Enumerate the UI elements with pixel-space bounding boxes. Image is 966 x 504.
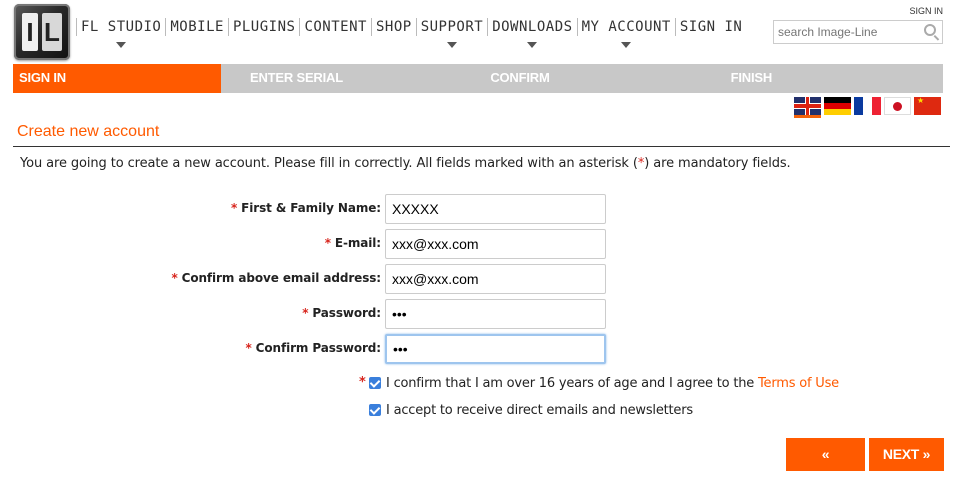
nav-content[interactable]: CONTENT (299, 18, 371, 36)
nav-support[interactable]: SUPPORT (415, 18, 488, 48)
chevron-down-icon (446, 42, 457, 48)
confirm-email-label: * Confirm above email address: (171, 271, 381, 285)
chevron-down-icon (621, 42, 632, 48)
step-finish: FINISH (730, 70, 773, 85)
english-flag-icon[interactable] (794, 97, 821, 118)
search-input[interactable] (774, 21, 922, 43)
logo-letter-l: L (44, 17, 60, 47)
name-field[interactable] (385, 194, 606, 224)
confirm-email-row: * Confirm above email address: (0, 264, 966, 294)
french-flag-icon[interactable] (854, 97, 881, 115)
name-label: * First & Family Name: (230, 201, 381, 215)
main-nav: FL STUDIO MOBILE PLUGINS CONTENT SHOP SU… (76, 18, 747, 48)
name-row: * First & Family Name: (0, 194, 966, 224)
confirm-password-row: * Confirm Password: (0, 334, 966, 364)
next-button[interactable]: NEXT » (869, 438, 944, 471)
password-row: * Password: (0, 299, 966, 329)
email-field[interactable] (385, 229, 606, 259)
nav-downloads[interactable]: DOWNLOADS (487, 18, 576, 48)
title-divider (13, 146, 950, 147)
search-box (773, 20, 943, 44)
terms-checkbox[interactable] (369, 377, 381, 389)
terms-text: I confirm that I am over 16 years of age… (386, 376, 839, 391)
chevron-down-icon (116, 42, 127, 48)
email-row: * E-mail: (0, 229, 966, 259)
step-sign-in: SIGN IN (13, 64, 221, 93)
terms-row: * I confirm that I am over 16 years of a… (0, 375, 966, 394)
previous-button[interactable]: « PREVIOUS (786, 438, 865, 495)
nav-my-account[interactable]: MY ACCOUNT (576, 18, 675, 48)
email-label: * E-mail: (324, 236, 381, 250)
nav-plugins[interactable]: PLUGINS (227, 18, 300, 36)
newsletter-text: I accept to receive direct emails and ne… (386, 403, 693, 418)
nav-sign-in[interactable]: SIGN IN (674, 18, 747, 36)
confirm-email-field[interactable] (385, 264, 606, 294)
top-sign-in-link[interactable]: SIGN IN (909, 6, 943, 16)
language-selector (794, 97, 941, 118)
password-field[interactable] (385, 299, 606, 329)
chevron-down-icon (527, 42, 538, 48)
nav-mobile[interactable]: MOBILE (165, 18, 228, 36)
progress-steps: SIGN IN ENTER SERIAL CONFIRM FINISH (13, 64, 943, 93)
nav-fl-studio[interactable]: FL STUDIO (76, 18, 165, 48)
nav-shop[interactable]: SHOP (370, 18, 416, 36)
german-flag-icon[interactable] (824, 97, 851, 115)
step-confirm: CONFIRM (490, 70, 550, 85)
chinese-flag-icon[interactable] (914, 97, 941, 115)
terms-of-use-link[interactable]: Terms of Use (758, 376, 839, 391)
logo-letter-i: I (26, 17, 34, 47)
image-line-logo[interactable]: I L (14, 4, 70, 60)
password-label: * Password: (302, 306, 381, 320)
newsletter-checkbox[interactable] (369, 404, 381, 416)
intro-text: You are going to create a new account. P… (20, 156, 791, 171)
newsletter-row: I accept to receive direct emails and ne… (0, 403, 966, 421)
required-asterisk: * (359, 375, 366, 390)
confirm-password-field[interactable] (385, 334, 606, 364)
search-icon[interactable] (924, 24, 936, 36)
step-enter-serial: ENTER SERIAL (250, 70, 343, 85)
japanese-flag-icon[interactable] (884, 97, 911, 115)
page-title: Create new account (17, 123, 160, 140)
confirm-password-label: * Confirm Password: (245, 341, 381, 355)
